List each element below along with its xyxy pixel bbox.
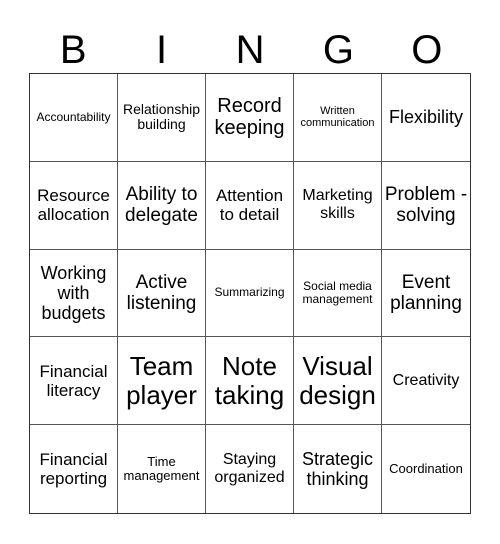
bingo-cell[interactable]: Coordination	[382, 425, 470, 513]
header-letter-b: B	[59, 28, 87, 72]
bingo-grid: Accountability Relationship building Rec…	[29, 73, 471, 514]
bingo-cell[interactable]: Strategic thinking	[294, 425, 382, 513]
header-letter-o: O	[411, 28, 443, 72]
bingo-cell[interactable]: Financial literacy	[30, 337, 118, 426]
bingo-cell[interactable]: Resource allocation	[30, 161, 118, 250]
bingo-cell[interactable]: Record keeping	[206, 74, 294, 162]
bingo-cell[interactable]: Accountability	[30, 74, 118, 162]
bingo-cell[interactable]: Working with budgets	[30, 249, 118, 338]
bingo-header: B I N G O	[29, 28, 471, 72]
bingo-cell[interactable]: Note taking	[206, 337, 294, 426]
bingo-cell[interactable]: Problem -solving	[382, 162, 470, 250]
bingo-cell[interactable]: Attention to detail	[206, 161, 294, 250]
bingo-cell[interactable]: Visual design	[294, 337, 382, 426]
header-letter-g: G	[322, 28, 354, 72]
header-letter-i: I	[156, 28, 168, 72]
header-letter-n: N	[235, 28, 265, 72]
bingo-cell[interactable]: Financial reporting	[30, 425, 118, 513]
bingo-cell[interactable]: Team player	[118, 337, 206, 426]
bingo-cell[interactable]: Event planning	[382, 250, 470, 338]
bingo-cell[interactable]: Time management	[118, 425, 206, 513]
bingo-cell[interactable]: Staying organized	[206, 425, 294, 513]
bingo-cell[interactable]: Marketing skills	[294, 161, 382, 250]
bingo-cell[interactable]: Creativity	[382, 337, 470, 426]
bingo-cell[interactable]: Active listening	[118, 249, 206, 338]
bingo-cell[interactable]: Written communication	[294, 74, 382, 162]
bingo-cell[interactable]: Relationship building	[118, 74, 206, 162]
bingo-cell[interactable]: Ability to delegate	[118, 161, 206, 250]
bingo-cell[interactable]: Summarizing	[206, 249, 294, 338]
bingo-cell[interactable]: Flexibility	[382, 74, 470, 162]
bingo-cell[interactable]: Social media management	[294, 249, 382, 338]
